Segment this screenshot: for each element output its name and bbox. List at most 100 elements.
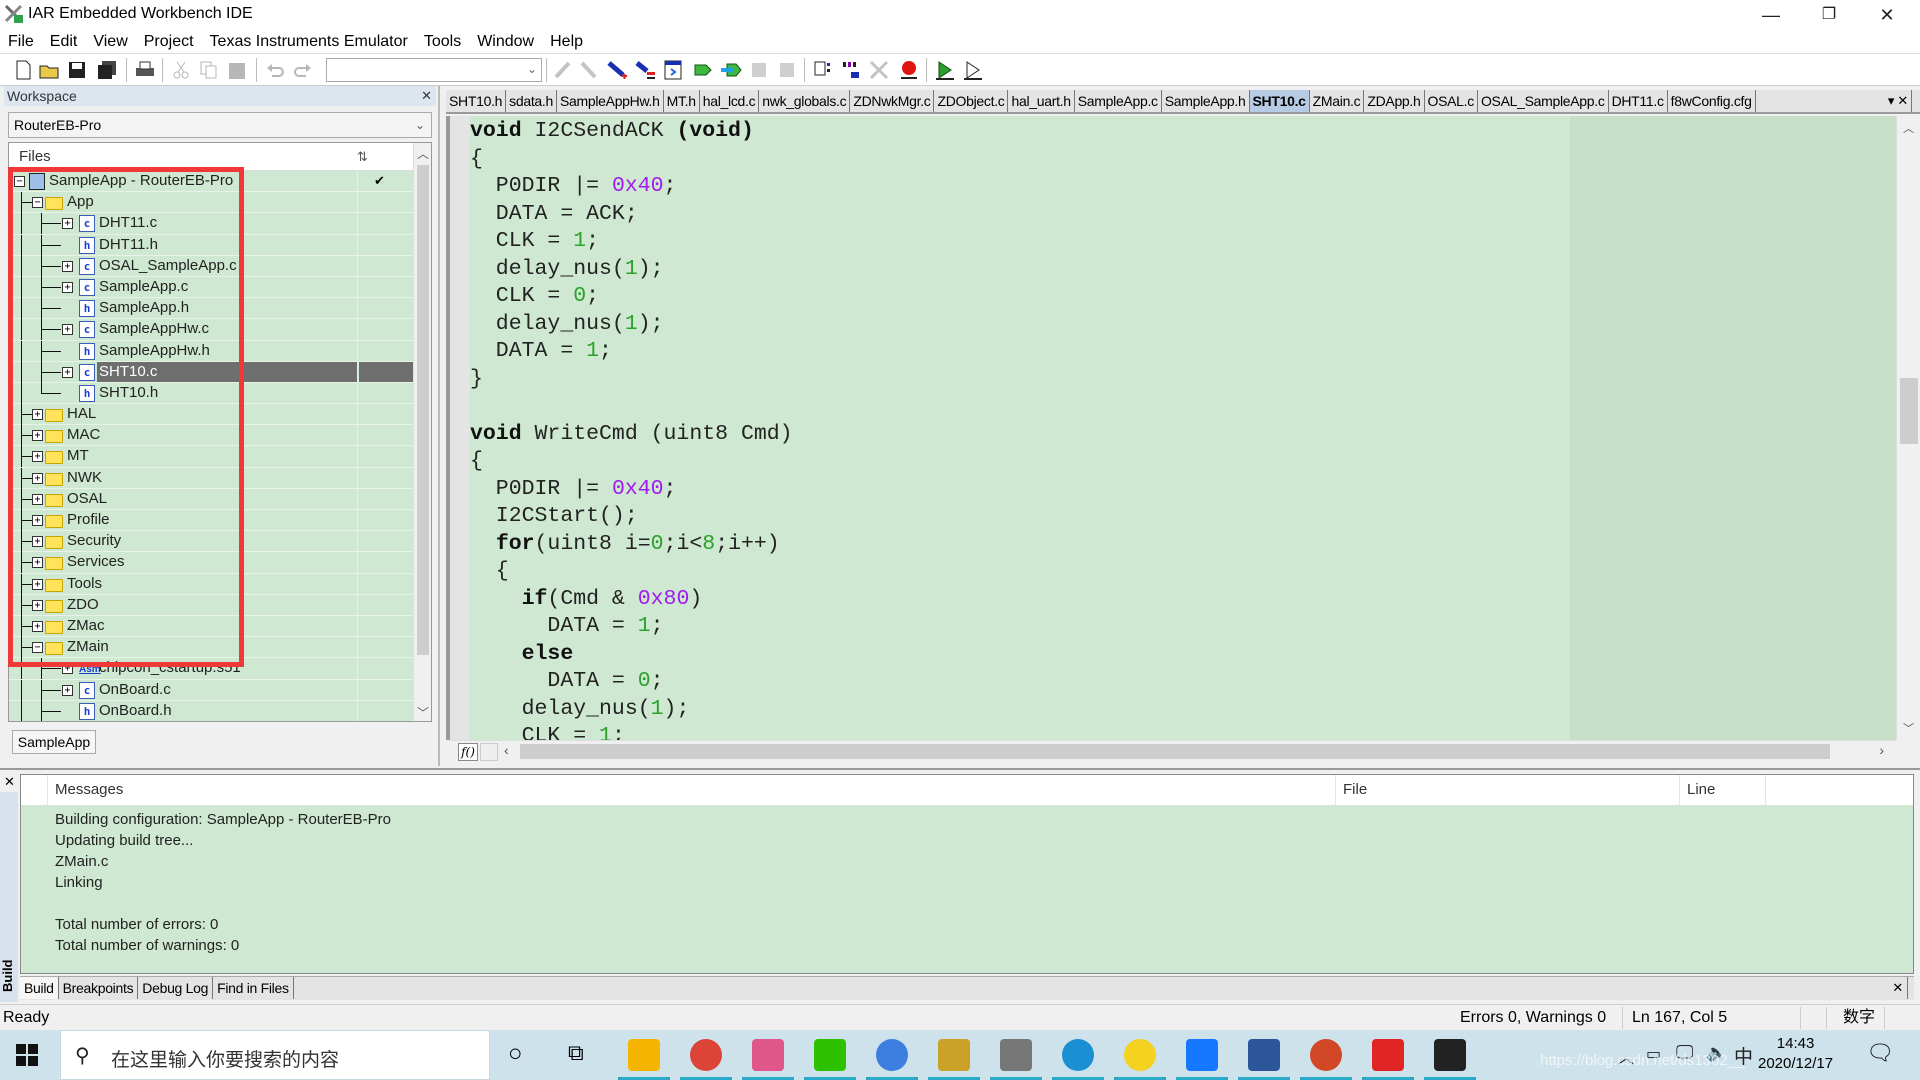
download-and-debug-icon[interactable]: [934, 59, 956, 81]
editor-tab[interactable]: MT.h: [664, 90, 700, 112]
breakpoint-icon[interactable]: [898, 59, 920, 81]
tab-breakpoints[interactable]: Breakpoints: [59, 977, 139, 999]
ye-huo-icon[interactable]: [938, 1039, 970, 1071]
redo-icon[interactable]: [292, 59, 314, 81]
sort-icon[interactable]: ⇅: [357, 143, 368, 171]
workspace-tab-sampleapp[interactable]: SampleApp: [12, 730, 96, 754]
message-line[interactable]: [55, 893, 391, 914]
scroll-up-icon[interactable]: ︿: [417, 145, 429, 162]
split-box[interactable]: [480, 743, 498, 761]
editor-tab[interactable]: ZDNwkMgr.c: [850, 90, 935, 112]
editor-vertical-scrollbar[interactable]: ︿ ﹀: [1896, 116, 1920, 740]
bookmark-goto-icon[interactable]: [578, 59, 600, 81]
tab-build[interactable]: Build: [20, 977, 59, 999]
editor-tab[interactable]: SampleAppHw.h: [557, 90, 664, 112]
wechat-icon[interactable]: [814, 1039, 846, 1071]
cut-icon[interactable]: [170, 59, 192, 81]
undo-icon[interactable]: [264, 59, 286, 81]
editor-tab[interactable]: sdata.h: [506, 90, 557, 112]
windows-start-icon[interactable]: [16, 1044, 38, 1066]
editor-tab[interactable]: hal_lcd.c: [700, 90, 760, 112]
menu-window[interactable]: Window: [469, 30, 542, 54]
message-line[interactable]: Building configuration: SampleApp - Rout…: [55, 809, 391, 830]
taskbar-search-box[interactable]: ⚲ 在这里输入你要搜索的内容: [60, 1030, 490, 1080]
menu-edit[interactable]: Edit: [42, 30, 86, 54]
task-view-icon[interactable]: ⧉: [568, 1040, 584, 1066]
make-icon[interactable]: [720, 59, 742, 81]
toggle-breakpoint-icon[interactable]: [606, 59, 628, 81]
debug-without-download-icon[interactable]: [962, 59, 984, 81]
message-line[interactable]: Updating build tree...: [55, 830, 391, 851]
chevron-down-icon[interactable]: ⌄: [527, 62, 537, 76]
build-side-tab[interactable]: Build: [0, 792, 18, 1002]
close-icon[interactable]: ✕: [4, 774, 15, 790]
expand-icon[interactable]: +: [62, 684, 73, 696]
message-line[interactable]: Total number of errors: 0: [55, 914, 391, 935]
horizontal-scroll-thumb[interactable]: [520, 744, 1830, 759]
messages-list[interactable]: Messages File Line Building configuratio…: [20, 774, 1914, 974]
scroll-left-icon[interactable]: ‹: [504, 742, 509, 758]
configuration-select[interactable]: RouterEB-Pro ⌄: [8, 112, 432, 138]
scroll-down-icon[interactable]: ﹀: [1903, 720, 1914, 736]
close-icon[interactable]: ✕: [1888, 977, 1908, 999]
step-over-icon[interactable]: [840, 59, 862, 81]
code-text[interactable]: void I2CSendACK (void){ P0DIR |= 0x40; D…: [470, 116, 1670, 751]
message-line[interactable]: ZMain.c: [55, 851, 391, 872]
tree-scrollbar[interactable]: ︿ ﹀: [413, 143, 431, 721]
tree-item[interactable]: h OnBoard.h: [9, 700, 413, 721]
editor-tab[interactable]: OSAL_SampleApp.c: [1478, 90, 1609, 112]
editor-tab[interactable]: ZDApp.h: [1364, 90, 1425, 112]
editor-tab[interactable]: nwk_globals.c: [759, 90, 851, 112]
restore-button[interactable]: ❐: [1800, 0, 1858, 30]
editor-tab[interactable]: SHT10.c: [1249, 90, 1310, 112]
feishu-icon[interactable]: [1186, 1039, 1218, 1071]
scroll-down-icon[interactable]: ﹀: [417, 704, 429, 721]
save-all-icon[interactable]: [96, 59, 118, 81]
code-editor[interactable]: void I2CSendACK (void){ P0DIR |= 0x40; D…: [446, 116, 1904, 748]
message-line[interactable]: Linking: [55, 872, 391, 893]
menu-tools[interactable]: Tools: [416, 30, 469, 54]
save-icon[interactable]: [66, 59, 88, 81]
menu-file[interactable]: File: [0, 30, 42, 54]
editor-horizontal-scrollbar[interactable]: f() ‹ ›: [450, 740, 1896, 762]
paste-icon[interactable]: [226, 59, 248, 81]
chrome-icon[interactable]: [690, 1039, 722, 1071]
qq-icon[interactable]: [1434, 1039, 1466, 1071]
editor-tab[interactable]: SampleApp.h: [1162, 90, 1250, 112]
tab-find-in-files[interactable]: Find in Files: [213, 977, 294, 999]
editor-tab[interactable]: SHT10.h: [446, 90, 507, 112]
tab-debug-log[interactable]: Debug Log: [138, 977, 214, 999]
clear-breakpoints-icon[interactable]: [868, 59, 890, 81]
iar-workbench-icon[interactable]: [1000, 1039, 1032, 1071]
tree-scroll-thumb[interactable]: [417, 165, 429, 655]
editor-tab[interactable]: ZDObject.c: [934, 90, 1009, 112]
powerpoint-icon[interactable]: [1310, 1039, 1342, 1071]
editor-tab[interactable]: OSAL.c: [1425, 90, 1478, 112]
message-line[interactable]: Total number of warnings: 0: [55, 935, 391, 956]
go-to-definition-icon[interactable]: [662, 59, 684, 81]
tab-list-close-icons[interactable]: ▾ ✕: [1884, 90, 1912, 112]
column-messages[interactable]: Messages: [55, 775, 123, 805]
stop-build-icon[interactable]: [748, 59, 770, 81]
close-icon[interactable]: ✕: [421, 86, 432, 106]
bookmark-toggle-icon[interactable]: [552, 59, 574, 81]
editor-tab[interactable]: ZMain.c: [1310, 90, 1365, 112]
editor-tab[interactable]: hal_uart.h: [1008, 90, 1075, 112]
scroll-up-icon[interactable]: ︿: [1903, 120, 1914, 136]
function-list-button[interactable]: f(): [458, 743, 478, 761]
new-file-icon[interactable]: [12, 59, 34, 81]
tree-item[interactable]: + c OnBoard.c: [9, 679, 413, 701]
youdao-icon[interactable]: [1372, 1039, 1404, 1071]
minimize-button[interactable]: —: [1742, 0, 1800, 30]
cortana-icon[interactable]: ○: [508, 1040, 523, 1068]
word-icon[interactable]: [1248, 1039, 1280, 1071]
clock[interactable]: 14:43 2020/12/17: [1758, 1034, 1833, 1074]
editor-tab[interactable]: f8wConfig.cfg: [1668, 90, 1756, 112]
photo-app-icon[interactable]: [752, 1039, 784, 1071]
scroll-right-icon[interactable]: ›: [1879, 742, 1884, 758]
menu-project[interactable]: Project: [136, 30, 202, 54]
edge-icon[interactable]: [1062, 1039, 1094, 1071]
editor-scroll-thumb[interactable]: [1900, 378, 1918, 444]
open-folder-icon[interactable]: [38, 59, 60, 81]
next-statement-icon[interactable]: [812, 59, 834, 81]
